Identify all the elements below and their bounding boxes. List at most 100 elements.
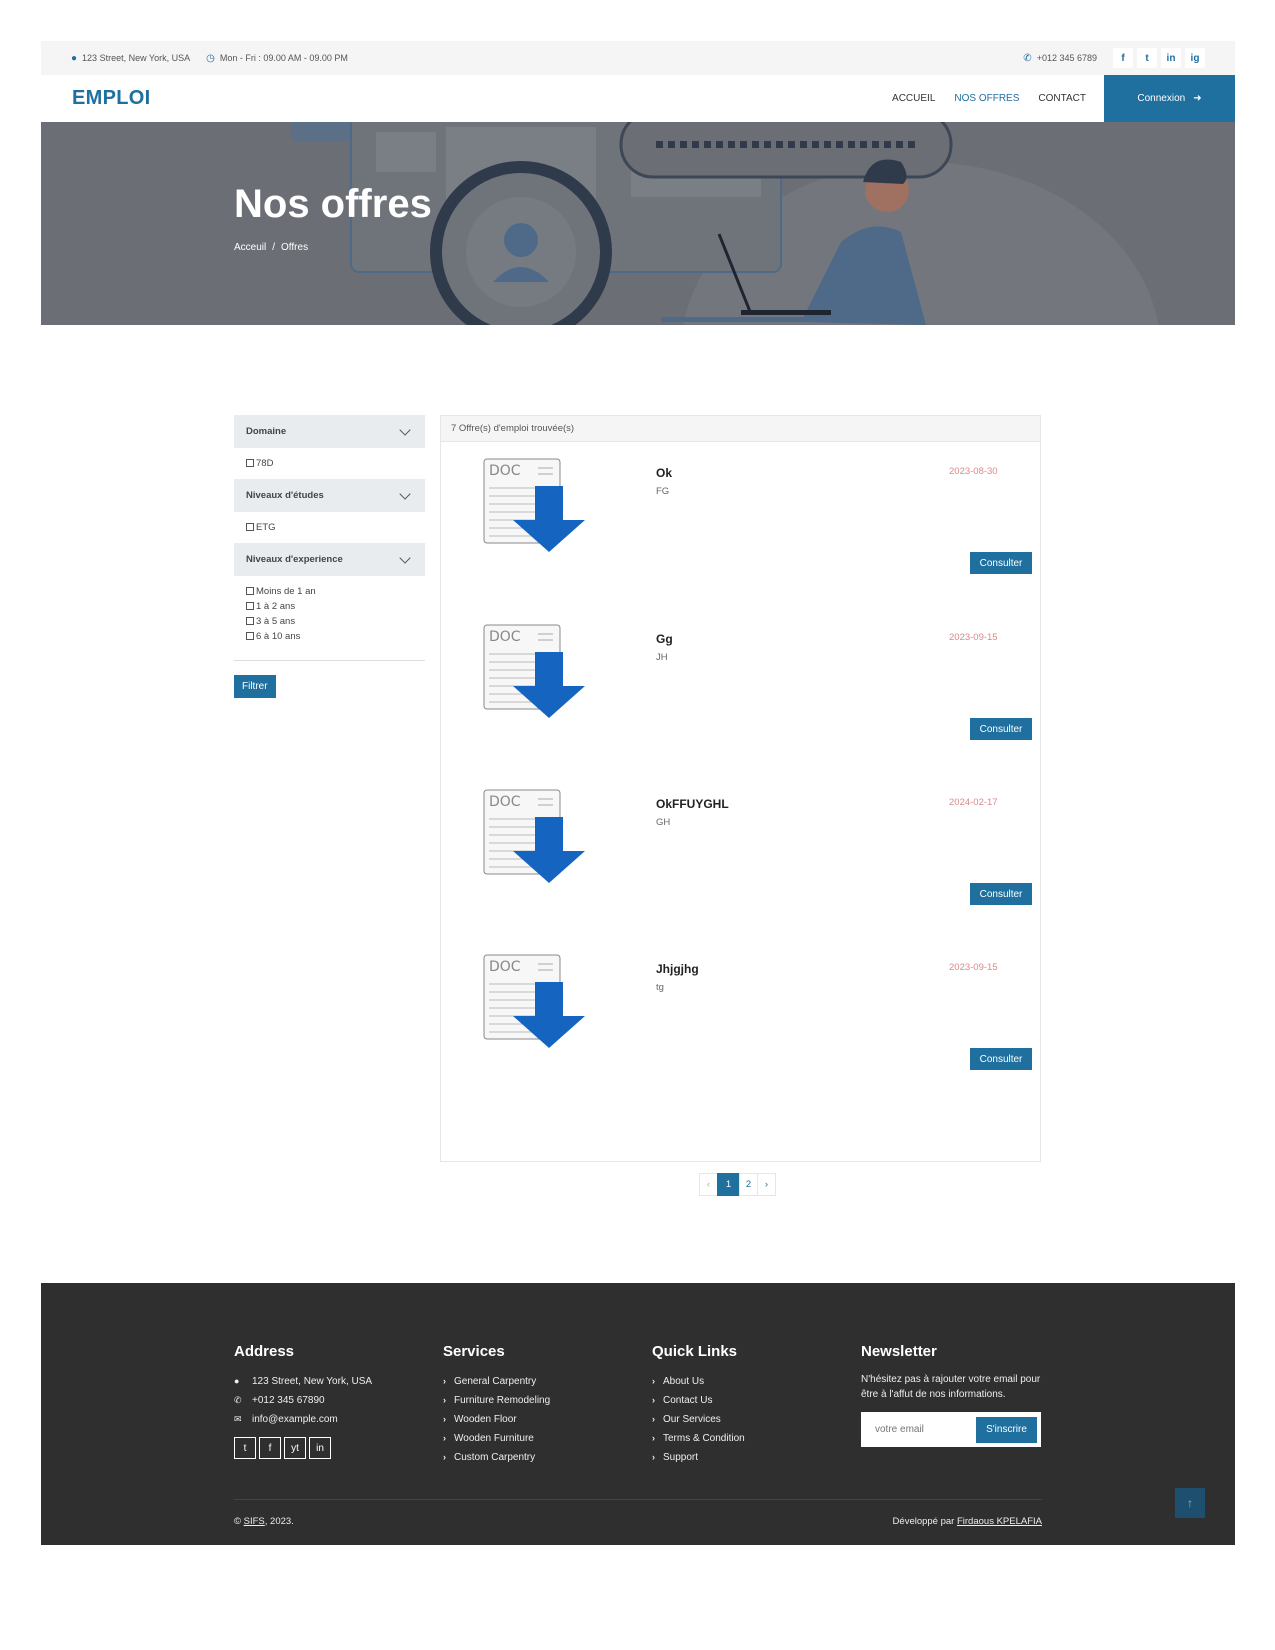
- newsletter-form: S'inscrire: [861, 1412, 1041, 1447]
- document-download-icon: DOC: [483, 458, 585, 552]
- filter-button[interactable]: Filtrer: [234, 675, 276, 698]
- footer-link-label: Furniture Remodeling: [454, 1395, 551, 1406]
- footer-link[interactable]: › About Us: [652, 1372, 745, 1391]
- filter-options-domaine: 78D: [234, 448, 425, 479]
- envelope-icon: ✉: [234, 1414, 242, 1424]
- consulter-button[interactable]: Consulter: [970, 883, 1032, 905]
- checkbox[interactable]: [246, 617, 254, 625]
- offer-date: 2023-09-15: [949, 962, 998, 973]
- checkbox[interactable]: [246, 602, 254, 610]
- footer-email: ✉ info@example.com: [234, 1410, 372, 1429]
- newsletter-email-input[interactable]: [875, 1424, 970, 1435]
- footer-bottom: © SIFS, 2023. Développé par Firdaous KPE…: [234, 1499, 1042, 1527]
- offer-title[interactable]: Ok: [656, 466, 672, 480]
- hero-illustration: [41, 122, 1235, 325]
- facebook-icon[interactable]: f: [259, 1437, 281, 1459]
- navbar: EMPLOI ACCUEIL NOS OFFRES CONTACT Connex…: [41, 75, 1235, 122]
- offer-subtitle: GH: [656, 817, 671, 828]
- footer-link[interactable]: › Wooden Furniture: [443, 1429, 550, 1448]
- footer-link[interactable]: › Wooden Floor: [443, 1410, 550, 1429]
- results-count: 7 Offre(s) d'emploi trouvée(s): [441, 416, 1040, 442]
- brand-logo[interactable]: EMPLOI: [41, 87, 150, 110]
- consulter-button[interactable]: Consulter: [970, 718, 1032, 740]
- footer-link[interactable]: › Our Services: [652, 1410, 745, 1429]
- offer-card: DOC Ok FG 2023-08-30 Consulter: [441, 450, 1041, 574]
- footer-address: Address ● 123 Street, New York, USA ✆ +012…: [234, 1343, 372, 1459]
- filter-option[interactable]: ETG: [246, 520, 413, 535]
- nav-link-contact[interactable]: CONTACT: [1038, 93, 1086, 104]
- offer-date: 2024-02-17: [949, 797, 998, 808]
- offer-date: 2023-08-30: [949, 466, 998, 477]
- twitter-icon[interactable]: t: [1137, 48, 1157, 68]
- connexion-label: Connexion: [1137, 93, 1186, 104]
- youtube-icon[interactable]: yt: [284, 1437, 306, 1459]
- main-content: Domaine 78D Niveaux d'études ETG Niveaux…: [41, 325, 1235, 1283]
- filter-option[interactable]: 3 à 5 ans: [246, 614, 413, 629]
- facebook-icon[interactable]: f: [1113, 48, 1133, 68]
- footer-link-label: Wooden Floor: [454, 1414, 517, 1425]
- filter-option-label: Moins de 1 an: [256, 586, 316, 597]
- connexion-button[interactable]: Connexion ➜: [1104, 75, 1235, 122]
- offer-date: 2023-09-15: [949, 632, 998, 643]
- map-pin-icon: ●: [234, 1376, 240, 1386]
- chevron-right-icon: ›: [652, 1414, 655, 1424]
- developer-link[interactable]: Firdaous KPELAFIA: [957, 1516, 1042, 1527]
- footer-link[interactable]: › Custom Carpentry: [443, 1448, 550, 1467]
- topbar-hours-text: Mon - Fri : 09.00 AM - 09.00 PM: [219, 53, 348, 63]
- clock-icon: ◷: [206, 52, 215, 64]
- pagination-page-2[interactable]: 2: [739, 1173, 758, 1196]
- offer-title[interactable]: OkFFUYGHL: [656, 797, 729, 811]
- footer-link[interactable]: › Contact Us: [652, 1391, 745, 1410]
- footer-link[interactable]: › Support: [652, 1448, 745, 1467]
- doc-icon-label: DOC: [489, 959, 521, 975]
- consulter-button[interactable]: Consulter: [970, 552, 1032, 574]
- chevron-right-icon: ›: [652, 1395, 655, 1405]
- linkedin-icon[interactable]: in: [1161, 48, 1181, 68]
- copyright: © SIFS, 2023.: [234, 1516, 294, 1527]
- doc-icon-label: DOC: [489, 794, 521, 810]
- checkbox[interactable]: [246, 523, 254, 531]
- filter-option[interactable]: 78D: [246, 456, 413, 471]
- nav-link-accueil[interactable]: ACCUEIL: [892, 93, 935, 104]
- breadcrumb-home[interactable]: Acceuil: [234, 242, 266, 253]
- footer-services: Services › General Carpentry › Furniture R…: [443, 1343, 550, 1467]
- footer-link-label: General Carpentry: [454, 1376, 537, 1387]
- footer: Address ● 123 Street, New York, USA ✆ +012…: [41, 1283, 1235, 1545]
- filter-option-label: 3 à 5 ans: [256, 616, 296, 627]
- nav-link-nos-offres[interactable]: NOS OFFRES: [954, 93, 1019, 104]
- checkbox[interactable]: [246, 459, 254, 467]
- filter-group-experience[interactable]: Niveaux d'experience: [234, 543, 425, 576]
- copyright-brand-link[interactable]: SIFS: [244, 1516, 265, 1527]
- pagination-next[interactable]: ›: [757, 1173, 776, 1196]
- linkedin-icon[interactable]: in: [309, 1437, 331, 1459]
- developer-prefix: Développé par: [892, 1516, 955, 1527]
- footer-link[interactable]: › General Carpentry: [443, 1372, 550, 1391]
- twitter-icon[interactable]: t: [234, 1437, 256, 1459]
- footer-link[interactable]: › Furniture Remodeling: [443, 1391, 550, 1410]
- filter-option-label: ETG: [256, 522, 276, 533]
- filter-option[interactable]: 6 à 10 ans: [246, 629, 413, 644]
- offer-title[interactable]: Gg: [656, 632, 673, 646]
- filter-group-title: Niveaux d'experience: [246, 554, 343, 565]
- checkbox[interactable]: [246, 587, 254, 595]
- pagination-page-1[interactable]: 1: [717, 1173, 740, 1196]
- pagination: ‹ 1 2 ›: [699, 1173, 776, 1196]
- arrow-up-icon: ↑: [1187, 1496, 1193, 1510]
- filter-group-etudes[interactable]: Niveaux d'études: [234, 479, 425, 512]
- footer-link[interactable]: › Terms & Condition: [652, 1429, 745, 1448]
- consulter-button[interactable]: Consulter: [970, 1048, 1032, 1070]
- document-download-icon: DOC: [483, 789, 585, 883]
- subscribe-button[interactable]: S'inscrire: [976, 1416, 1037, 1443]
- instagram-icon[interactable]: ig: [1185, 48, 1205, 68]
- pagination-prev[interactable]: ‹: [699, 1173, 718, 1196]
- filter-option[interactable]: Moins de 1 an: [246, 584, 413, 599]
- footer-heading: Services: [443, 1343, 505, 1360]
- filter-group-domaine[interactable]: Domaine: [234, 415, 425, 448]
- filter-option-label: 78D: [256, 458, 274, 469]
- page-title: Nos offres: [234, 182, 432, 226]
- back-to-top-button[interactable]: ↑: [1175, 1488, 1205, 1518]
- footer-email-text[interactable]: info@example.com: [252, 1410, 338, 1429]
- filter-option[interactable]: 1 à 2 ans: [246, 599, 413, 614]
- checkbox[interactable]: [246, 632, 254, 640]
- offer-title[interactable]: Jhjgjhg: [656, 962, 699, 976]
